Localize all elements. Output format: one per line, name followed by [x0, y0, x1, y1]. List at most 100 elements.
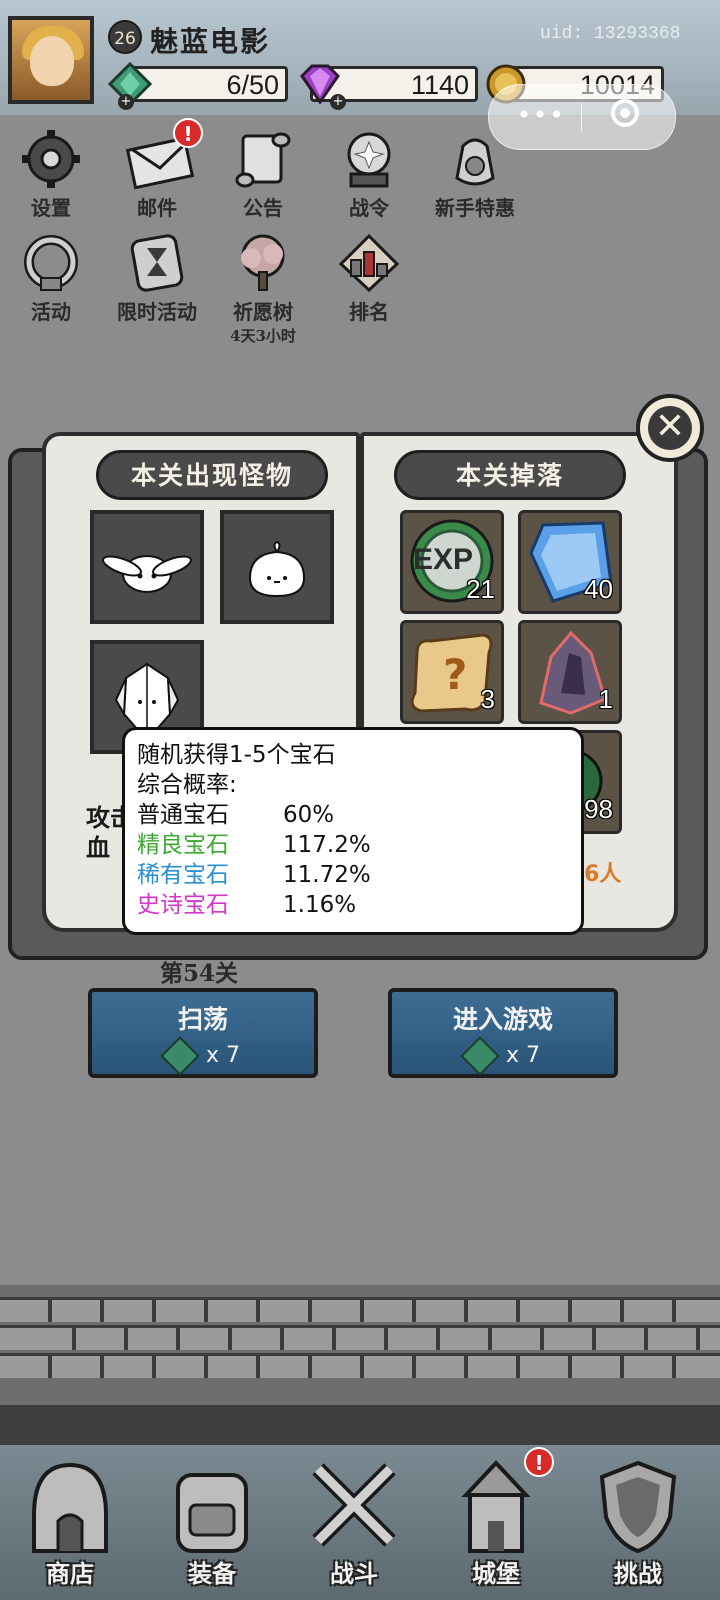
castle-notification-badge: !	[524, 1447, 554, 1477]
mail-icon: !	[125, 118, 203, 190]
nav-battle-label: 战斗	[330, 1559, 378, 1588]
enter-game-label: 进入游戏	[452, 1005, 553, 1034]
wall-shadow	[0, 1405, 720, 1445]
tooltip-line-2: 综合概率:	[137, 772, 237, 798]
gem-tier-name: 普通宝石	[137, 802, 229, 828]
svg-text:?: ?	[443, 650, 467, 699]
player-name: 魅蓝电影	[150, 25, 271, 58]
hourglass-icon	[125, 232, 189, 294]
nav-shop-label: 商店	[46, 1559, 94, 1588]
dumpling-monster-icon	[248, 540, 306, 598]
drop-count: 21	[466, 574, 495, 604]
menu-battle-pass[interactable]: 战令	[324, 128, 414, 221]
sweep-cost: x 7	[205, 1043, 240, 1068]
monsters-title: 本关出现怪物	[96, 450, 328, 500]
drop-item-mystery-scroll[interactable]: ? 3	[400, 620, 504, 724]
mail-notification-badge: !	[173, 118, 203, 148]
gem-tier-name: 精良宝石	[137, 832, 229, 858]
gem-tier-percent: 60%	[283, 802, 335, 828]
drop-count: 3	[480, 684, 495, 714]
menu-events[interactable]: 活动	[6, 232, 96, 325]
nav-battle[interactable]: 战斗	[294, 1455, 414, 1595]
rabbit-monster-icon	[102, 555, 192, 593]
stage-number: 第54关	[160, 960, 239, 987]
gem-tier-percent: 1.16%	[283, 892, 357, 918]
menu-mail-label: 邮件	[137, 196, 177, 220]
drop-item-blue-gem[interactable]: 40	[518, 510, 622, 614]
drop-count: 40	[584, 574, 613, 604]
tooltip-row-common: 普通宝石 60%	[137, 800, 569, 830]
menu-wish-tree[interactable]: 祈愿树 4天3小时	[218, 232, 308, 346]
stamina-gem-icon	[460, 1036, 500, 1076]
gear-icon	[19, 128, 83, 190]
crystal-ball-icon	[337, 128, 401, 190]
add-diamond-button[interactable]: +	[330, 94, 346, 110]
drops-title: 本关掉落	[394, 450, 626, 500]
menu-events-label: 活动	[31, 300, 71, 324]
drop-item-exp[interactable]: EXP 21	[400, 510, 504, 614]
close-program-icon[interactable]	[611, 99, 639, 127]
gem-tier-percent: 117.2%	[283, 832, 371, 858]
monster-slot[interactable]	[220, 510, 334, 624]
gem-tier-name: 史诗宝石	[137, 892, 229, 918]
drop-count: 98	[584, 794, 613, 824]
menu-settings[interactable]: 设置	[6, 128, 96, 221]
player-uid: uid: 13293368	[540, 24, 681, 44]
tooltip-row-rare: 稀有宝石 11.72%	[137, 860, 569, 890]
tooltip-line-1: 随机获得1-5个宝石	[137, 742, 336, 768]
enter-game-cost: x 7	[505, 1043, 540, 1068]
more-menu-icon[interactable]: •••	[517, 103, 565, 127]
menu-notice-label: 公告	[243, 196, 283, 220]
menu-settings-label: 设置	[31, 196, 71, 220]
nav-equipment[interactable]: 装备	[152, 1455, 272, 1595]
castle-icon: !	[446, 1447, 554, 1555]
monster-slot[interactable]	[90, 510, 204, 624]
nav-shop[interactable]: 商店	[10, 1455, 130, 1595]
player-avatar[interactable]	[8, 16, 94, 104]
stamina-gem-icon	[160, 1036, 200, 1076]
enter-game-button[interactable]: 进入游戏 x 7	[388, 988, 618, 1078]
diamond-value: 1140	[410, 70, 469, 100]
ranking-board-icon	[337, 232, 401, 294]
player-level-badge: 26	[108, 20, 142, 54]
scroll-icon	[231, 128, 295, 190]
menu-ranking[interactable]: 排名	[324, 232, 414, 325]
nav-castle-label: 城堡	[472, 1559, 520, 1588]
drop-count: 1	[598, 684, 613, 714]
nav-challenge[interactable]: 挑战	[578, 1455, 698, 1595]
money-bag-icon	[443, 128, 507, 190]
hp-stat-label: 血	[86, 833, 110, 862]
menu-newbie-offer-label: 新手特惠	[435, 196, 515, 220]
tooltip-row-epic: 史诗宝石 1.16%	[137, 890, 569, 920]
stamina-value: 6/50	[226, 70, 279, 100]
crossed-swords-icon	[304, 1455, 404, 1555]
wish-tree-timer: 4天3小时	[230, 327, 296, 345]
backpack-icon	[162, 1455, 262, 1555]
nav-castle[interactable]: ! 城堡	[436, 1447, 556, 1595]
tree-icon	[231, 232, 295, 294]
menu-notice[interactable]: 公告	[218, 128, 308, 221]
close-modal-button[interactable]: ✕	[636, 394, 704, 462]
menu-ranking-label: 排名	[349, 300, 389, 324]
menu-limited-events[interactable]: 限时活动	[112, 232, 202, 325]
wreath-icon	[19, 232, 83, 294]
shop-icon	[20, 1455, 120, 1555]
close-icon: ✕	[648, 406, 692, 450]
menu-battle-pass-label: 战令	[349, 196, 389, 220]
shield-icon	[588, 1455, 688, 1555]
exp-label: EXP	[413, 543, 474, 576]
menu-newbie-offer[interactable]: 新手特惠	[430, 128, 520, 221]
tooltip-row-fine: 精良宝石 117.2%	[137, 830, 569, 860]
brick-wall	[0, 1285, 720, 1405]
gem-drop-tooltip: 随机获得1-5个宝石 综合概率: 普通宝石 60% 精良宝石 117.2% 稀有…	[122, 727, 584, 935]
players-count-text: 6人	[584, 862, 622, 887]
gem-tier-name: 稀有宝石	[137, 862, 229, 888]
menu-wish-tree-label: 祈愿树	[233, 300, 293, 324]
nav-challenge-label: 挑战	[614, 1559, 662, 1588]
nav-equipment-label: 装备	[188, 1559, 236, 1588]
sweep-button[interactable]: 扫荡 x 7	[88, 988, 318, 1078]
menu-mail[interactable]: ! 邮件	[112, 118, 203, 221]
drop-item-dark-crystal[interactable]: 1	[518, 620, 622, 724]
add-stamina-button[interactable]: +	[118, 94, 134, 110]
menu-limited-events-label: 限时活动	[117, 300, 197, 324]
